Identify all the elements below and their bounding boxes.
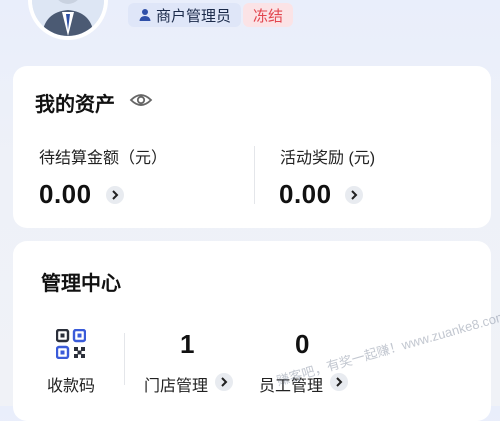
assets-title: 我的资产 [35, 94, 115, 116]
chevron-right-icon [336, 377, 343, 387]
chevron-right-icon [221, 377, 228, 387]
divider [124, 333, 125, 385]
role-badge-label: 商户管理员 [156, 7, 232, 25]
store-management-chevron[interactable] [215, 373, 233, 391]
user-avatar-icon [32, 0, 104, 36]
eye-icon[interactable] [129, 88, 153, 112]
reward-value: 0.00 [279, 179, 332, 209]
pending-amount-value: 0.00 [39, 179, 92, 209]
pending-amount-label: 待结算金额（元） [39, 150, 168, 167]
chevron-right-icon [112, 190, 119, 200]
pending-amount-chevron[interactable] [106, 186, 124, 204]
store-management-label[interactable]: 门店管理 [144, 372, 208, 396]
role-badge: 商户管理员 [128, 3, 242, 27]
assets-card: 我的资产 待结算金额（元） 0.00 活动奖励 (元) 0.00 [13, 66, 491, 228]
management-title: 管理中心 [41, 273, 121, 295]
qr-code-label[interactable]: 收款码 [47, 372, 95, 396]
reward-chevron[interactable] [345, 186, 363, 204]
status-badge-label: 冻结 [253, 7, 284, 25]
store-count: 1 [180, 329, 195, 359]
qr-code-icon[interactable] [56, 329, 86, 359]
status-badge: 冻结 [243, 3, 294, 27]
person-icon [139, 9, 151, 21]
staff-count: 0 [295, 329, 310, 359]
staff-management-chevron[interactable] [330, 373, 348, 391]
divider [254, 146, 255, 204]
chevron-right-icon [351, 190, 358, 200]
reward-label: 活动奖励 (元) [280, 150, 376, 167]
avatar[interactable] [28, 0, 108, 40]
